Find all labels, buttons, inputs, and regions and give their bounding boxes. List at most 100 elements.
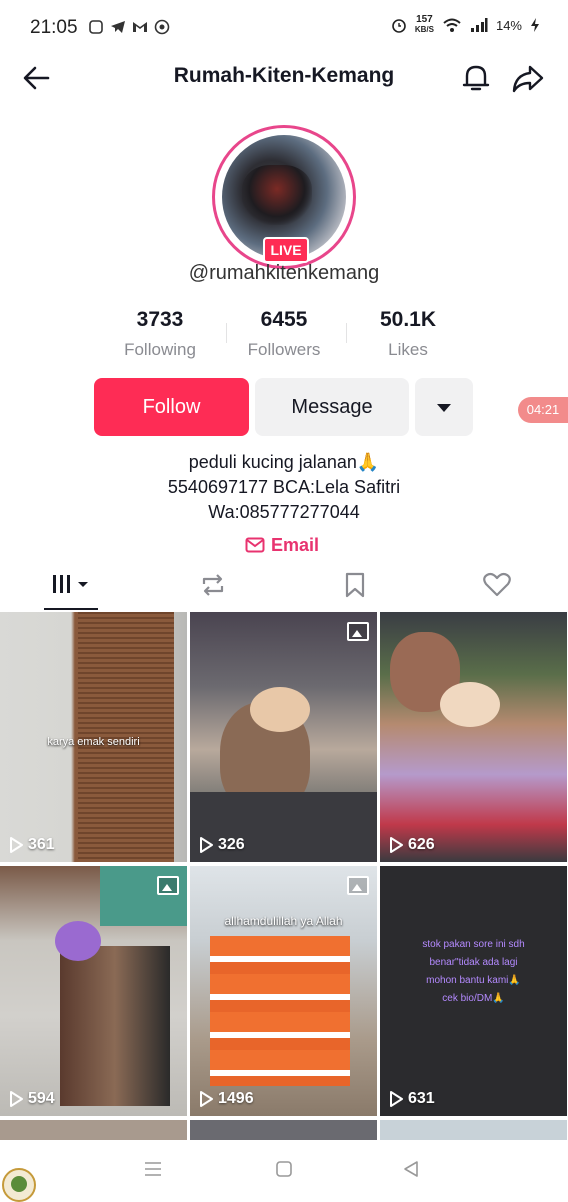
bio-line: peduli kucing jalanan🙏 xyxy=(188,452,380,472)
email-label: Email xyxy=(271,534,320,555)
play-icon xyxy=(10,837,23,853)
video-thumbnail[interactable]: karya emak sendiri 361 xyxy=(0,612,187,862)
share-button[interactable] xyxy=(508,60,548,96)
chevron-down-icon xyxy=(437,404,451,412)
tab-liked[interactable] xyxy=(426,560,568,612)
play-icon xyxy=(390,837,403,853)
more-options-button[interactable] xyxy=(415,378,473,436)
profile-header: Rumah-Kiten-Kemang xyxy=(0,52,568,102)
view-count-value: 361 xyxy=(28,836,55,853)
bio: peduli kucing jalanan🙏 5540697177 BCA:Le… xyxy=(0,450,568,525)
bio-line: 5540697177 BCA:Lela Safitri xyxy=(167,477,401,497)
bell-icon xyxy=(462,65,490,91)
view-count: 1496 xyxy=(199,1090,254,1108)
speed-unit: KB/S xyxy=(414,25,434,34)
profile-stats: 3733 Following 6455 Followers 50.1K Like… xyxy=(100,308,468,368)
signal-icon xyxy=(470,18,488,32)
live-badge: LIVE xyxy=(263,237,309,263)
chair-shape xyxy=(100,866,187,926)
email-link[interactable]: Email xyxy=(245,532,319,558)
caption-line: stok pakan sore ini sdh xyxy=(422,939,525,950)
whatsapp-icon xyxy=(154,19,170,35)
status-right: 157 KB/S 14% xyxy=(391,15,540,35)
play-icon xyxy=(200,837,213,853)
status-time: 21:05 xyxy=(30,17,78,38)
thumbnail-image xyxy=(60,946,170,1106)
floating-timer[interactable]: 04:21 xyxy=(518,397,568,423)
video-thumbnail[interactable]: 626 xyxy=(380,612,567,862)
tab-saved[interactable] xyxy=(284,560,426,612)
video-thumbnail[interactable] xyxy=(190,1120,377,1140)
bio-line: Wa:085777277044 xyxy=(208,502,360,522)
home-icon[interactable] xyxy=(275,1160,293,1178)
stat-following[interactable]: 3733 Following xyxy=(100,308,220,360)
photo-icon xyxy=(347,876,369,895)
charging-icon xyxy=(531,18,539,32)
photo-icon xyxy=(347,622,369,641)
tab-videos[interactable] xyxy=(0,560,142,612)
thumbnail-image xyxy=(210,936,350,1086)
battery-level: 14% xyxy=(495,17,522,33)
view-count-value: 631 xyxy=(408,1090,435,1107)
video-thumbnail[interactable]: 326 xyxy=(190,612,377,862)
view-count-value: 1496 xyxy=(218,1090,254,1107)
content-tabs xyxy=(0,560,568,612)
following-count: 3733 xyxy=(136,308,184,331)
app-logo xyxy=(2,1168,36,1202)
notification-bell-button[interactable] xyxy=(458,60,494,96)
tab-reposts[interactable] xyxy=(142,560,284,612)
follow-button[interactable]: Follow xyxy=(94,378,249,436)
video-thumbnail[interactable]: stok pakan sore ini sdh benar"tidak ada … xyxy=(380,866,567,1116)
video-thumbnail[interactable] xyxy=(0,1120,187,1140)
recent-apps-icon[interactable] xyxy=(143,1160,163,1178)
video-caption: karya emak sendiri xyxy=(47,736,140,748)
heart-icon xyxy=(483,572,511,597)
video-thumbnail[interactable] xyxy=(380,1120,567,1140)
following-label: Following xyxy=(124,340,196,359)
sticker-shape xyxy=(55,921,101,961)
view-count-value: 626 xyxy=(408,836,435,853)
divider xyxy=(346,323,347,343)
stat-likes[interactable]: 50.1K Likes xyxy=(348,308,468,360)
stat-followers[interactable]: 6455 Followers xyxy=(224,308,344,360)
view-count: 626 xyxy=(389,836,435,854)
username: @rumahkitenkemang xyxy=(188,262,380,284)
caption-line: cek bio/DM🙏 xyxy=(442,993,505,1004)
likes-label: Likes xyxy=(388,340,428,359)
app-notification-icon xyxy=(88,19,104,35)
caption-line: benar"tidak ada lagi xyxy=(429,957,518,968)
system-nav-bar xyxy=(0,1140,568,1200)
view-count: 631 xyxy=(389,1090,435,1108)
alarm-icon xyxy=(392,19,406,33)
play-icon xyxy=(200,1091,213,1107)
share-icon xyxy=(512,65,544,93)
speed-value: 157 xyxy=(416,14,433,25)
video-caption: allhamdulillah ya Allah xyxy=(224,914,343,928)
video-caption: stok pakan sore ini sdh benar"tidak ada … xyxy=(380,936,567,1008)
view-count-value: 594 xyxy=(28,1090,55,1107)
bookmark-icon xyxy=(345,572,365,598)
network-speed: 157 KB/S xyxy=(415,15,434,35)
message-button[interactable]: Message xyxy=(255,378,409,436)
view-count: 594 xyxy=(9,1090,55,1108)
grid-icon xyxy=(53,575,88,593)
gmail-icon xyxy=(132,19,148,35)
play-icon xyxy=(10,1091,23,1107)
video-thumbnail[interactable]: allhamdulillah ya Allah 1496 xyxy=(190,866,377,1116)
view-count: 326 xyxy=(199,836,245,854)
back-button[interactable] xyxy=(20,62,56,94)
followers-count: 6455 xyxy=(260,308,308,331)
telegram-icon xyxy=(110,19,126,35)
back-nav-icon[interactable] xyxy=(402,1160,420,1178)
active-tab-indicator xyxy=(44,608,98,610)
back-arrow-icon xyxy=(23,66,50,90)
caption-line: mohon bantu kami🙏 xyxy=(426,975,521,986)
cat-shape xyxy=(250,687,310,732)
status-bar: 21:05 157 KB/S 14% xyxy=(0,0,568,58)
wifi-icon xyxy=(443,18,461,32)
video-thumbnail[interactable]: 594 xyxy=(0,866,187,1116)
photo-icon xyxy=(157,876,179,895)
likes-count: 50.1K xyxy=(379,308,437,331)
followers-label: Followers xyxy=(247,340,321,359)
play-icon xyxy=(390,1091,403,1107)
